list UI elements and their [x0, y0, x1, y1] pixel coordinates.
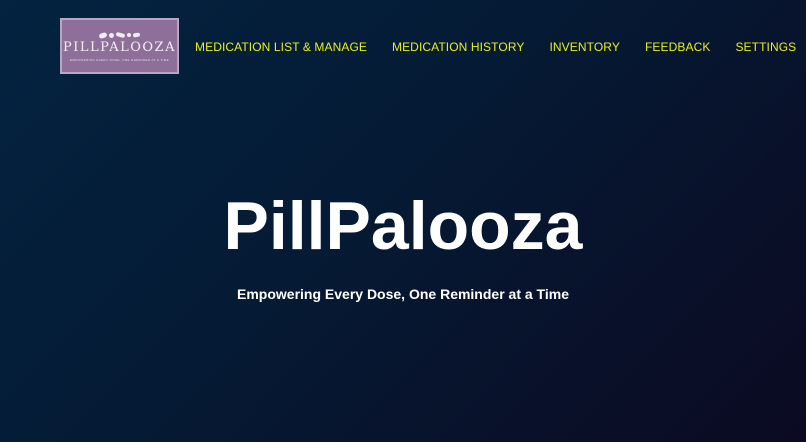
logo-tagline: EMPOWERING EVERY DOSE, ONE REMINDER AT A… — [69, 58, 170, 62]
pills-logo-icon — [98, 30, 141, 40]
hero-subtitle: Empowering Every Dose, One Reminder at a… — [237, 286, 569, 302]
main-nav: MEDICATION LIST & MANAGE MEDICATION HIST… — [195, 40, 796, 54]
logo-name: PILLPALOOZA — [63, 40, 176, 55]
nav-link-feedback[interactable]: FEEDBACK — [645, 40, 710, 54]
site-logo[interactable]: PILLPALOOZA EMPOWERING EVERY DOSE, ONE R… — [60, 18, 179, 74]
nav-link-medication-list-manage[interactable]: MEDICATION LIST & MANAGE — [195, 40, 367, 54]
hero-title: PillPalooza — [223, 188, 583, 264]
site-header: PILLPALOOZA EMPOWERING EVERY DOSE, ONE R… — [0, 0, 806, 100]
nav-link-medication-history[interactable]: MEDICATION HISTORY — [392, 40, 524, 54]
nav-link-inventory[interactable]: INVENTORY — [549, 40, 619, 54]
nav-link-settings[interactable]: SETTINGS — [735, 40, 796, 54]
